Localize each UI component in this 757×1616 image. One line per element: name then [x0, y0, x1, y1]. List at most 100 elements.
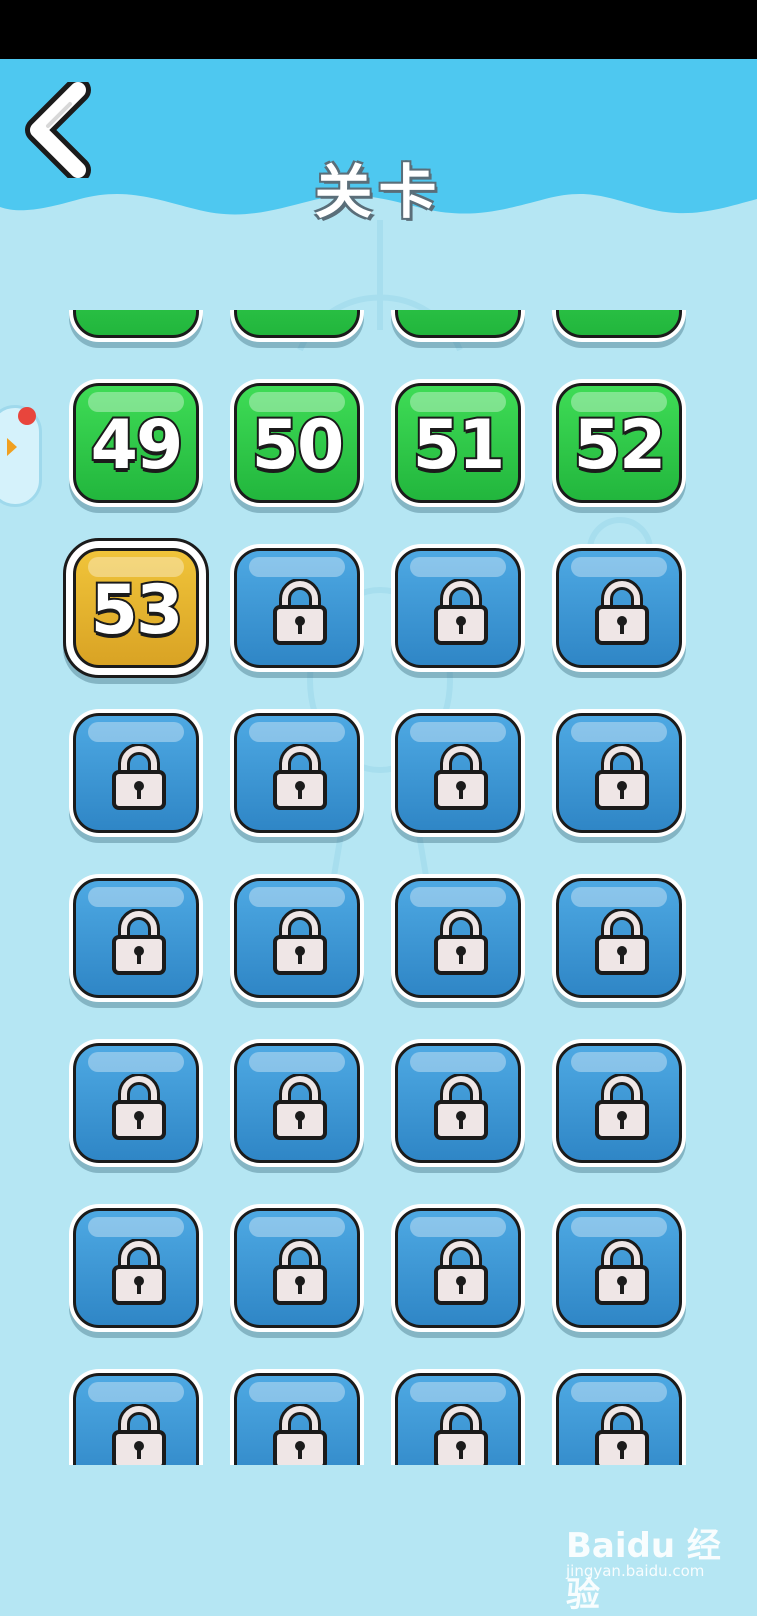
tile-body: 47: [395, 310, 521, 338]
level-tile-locked[interactable]: [391, 1204, 525, 1332]
level-tile-locked[interactable]: [552, 1204, 686, 1332]
level-tile-48[interactable]: 48: [552, 310, 686, 342]
tile-shine: [410, 1382, 506, 1402]
tile-body: [73, 713, 199, 833]
level-tile-locked[interactable]: [552, 874, 686, 1002]
tile-body: 52: [556, 383, 682, 503]
level-number: 45: [76, 310, 196, 323]
level-tile-locked[interactable]: [391, 1039, 525, 1167]
level-number: 51: [411, 404, 508, 487]
watermark-url: jingyan.baidu.com: [566, 1562, 705, 1580]
tile-body: [395, 1043, 521, 1163]
tile-shine: [249, 557, 345, 577]
level-tile-locked[interactable]: [552, 1039, 686, 1167]
tile-body: 49: [73, 383, 199, 503]
tile-shine: [88, 887, 184, 907]
tile-body: [73, 878, 199, 998]
lock-icon: [432, 1238, 490, 1305]
level-tile-locked[interactable]: [230, 874, 364, 1002]
tile-body: [73, 1208, 199, 1328]
lock-icon: [432, 908, 490, 975]
lock-icon: [432, 1403, 490, 1465]
level-tile-52[interactable]: 52: [552, 379, 686, 507]
tile-body: [234, 878, 360, 998]
level-tile-locked[interactable]: [391, 544, 525, 672]
level-tile-50[interactable]: 50: [230, 379, 364, 507]
tile-shine: [249, 1052, 345, 1072]
tile-shine: [88, 1217, 184, 1237]
level-grid[interactable]: 45 46 47 48 49 50 51 52 53: [0, 310, 757, 1465]
tile-shine: [88, 1052, 184, 1072]
tile-body: [73, 1373, 199, 1465]
level-tile-locked[interactable]: [230, 544, 364, 672]
level-tile-locked[interactable]: [230, 1039, 364, 1167]
lock-icon: [593, 1073, 651, 1140]
tile-shine: [571, 1052, 667, 1072]
tile-shine: [571, 557, 667, 577]
tile-shine: [249, 1382, 345, 1402]
tile-shine: [571, 722, 667, 742]
tile-body: [234, 1043, 360, 1163]
tile-body: [556, 548, 682, 668]
level-tile-locked[interactable]: [552, 1369, 686, 1465]
level-tile-51[interactable]: 51: [391, 379, 525, 507]
level-tile-locked[interactable]: [230, 1204, 364, 1332]
level-number: 53: [89, 569, 186, 652]
tile-body: 53: [73, 548, 199, 668]
level-tile-45[interactable]: 45: [69, 310, 203, 342]
level-number: 46: [237, 310, 357, 323]
level-tile-locked[interactable]: [230, 1369, 364, 1465]
tile-shine: [410, 557, 506, 577]
page-title: 关卡: [314, 158, 443, 226]
lock-icon: [271, 1403, 329, 1465]
level-tile-locked[interactable]: [69, 1204, 203, 1332]
level-tile-locked[interactable]: [69, 1369, 203, 1465]
tile-body: [556, 1373, 682, 1465]
tile-shine: [571, 1382, 667, 1402]
level-tile-locked[interactable]: [552, 544, 686, 672]
lock-icon: [593, 1238, 651, 1305]
tile-body: [395, 1208, 521, 1328]
level-tile-locked[interactable]: [552, 709, 686, 837]
tile-shine: [410, 1052, 506, 1072]
tile-body: [556, 713, 682, 833]
tile-body: 45: [73, 310, 199, 338]
level-number: 52: [572, 404, 669, 487]
level-tile-46[interactable]: 46: [230, 310, 364, 342]
level-tile-locked[interactable]: [69, 1039, 203, 1167]
tile-shine: [88, 722, 184, 742]
level-tile-locked[interactable]: [391, 1369, 525, 1465]
tile-shine: [410, 887, 506, 907]
lock-icon: [271, 1073, 329, 1140]
level-tile-47[interactable]: 47: [391, 310, 525, 342]
lock-icon: [110, 1073, 168, 1140]
level-tile-53[interactable]: 53: [63, 538, 209, 678]
level-tile-locked[interactable]: [69, 709, 203, 837]
lock-icon: [271, 908, 329, 975]
tile-shine: [410, 1217, 506, 1237]
lock-icon: [593, 908, 651, 975]
lock-icon: [271, 578, 329, 645]
level-tile-locked[interactable]: [391, 709, 525, 837]
level-number: 48: [559, 310, 679, 323]
lock-icon: [432, 743, 490, 810]
level-number: 50: [250, 404, 347, 487]
tile-shine: [88, 1382, 184, 1402]
tile-body: [395, 1373, 521, 1465]
tile-shine: [410, 722, 506, 742]
lock-icon: [593, 743, 651, 810]
tile-body: [234, 1373, 360, 1465]
tile-body: [395, 713, 521, 833]
lock-icon: [593, 1403, 651, 1465]
level-tile-locked[interactable]: [391, 874, 525, 1002]
tile-body: [556, 878, 682, 998]
tile-body: [234, 1208, 360, 1328]
tile-body: [234, 713, 360, 833]
level-tile-locked[interactable]: [230, 709, 364, 837]
status-bar: [0, 0, 757, 59]
lock-icon: [271, 1238, 329, 1305]
lock-icon: [110, 908, 168, 975]
level-number: 49: [89, 404, 186, 487]
level-tile-49[interactable]: 49: [69, 379, 203, 507]
level-tile-locked[interactable]: [69, 874, 203, 1002]
